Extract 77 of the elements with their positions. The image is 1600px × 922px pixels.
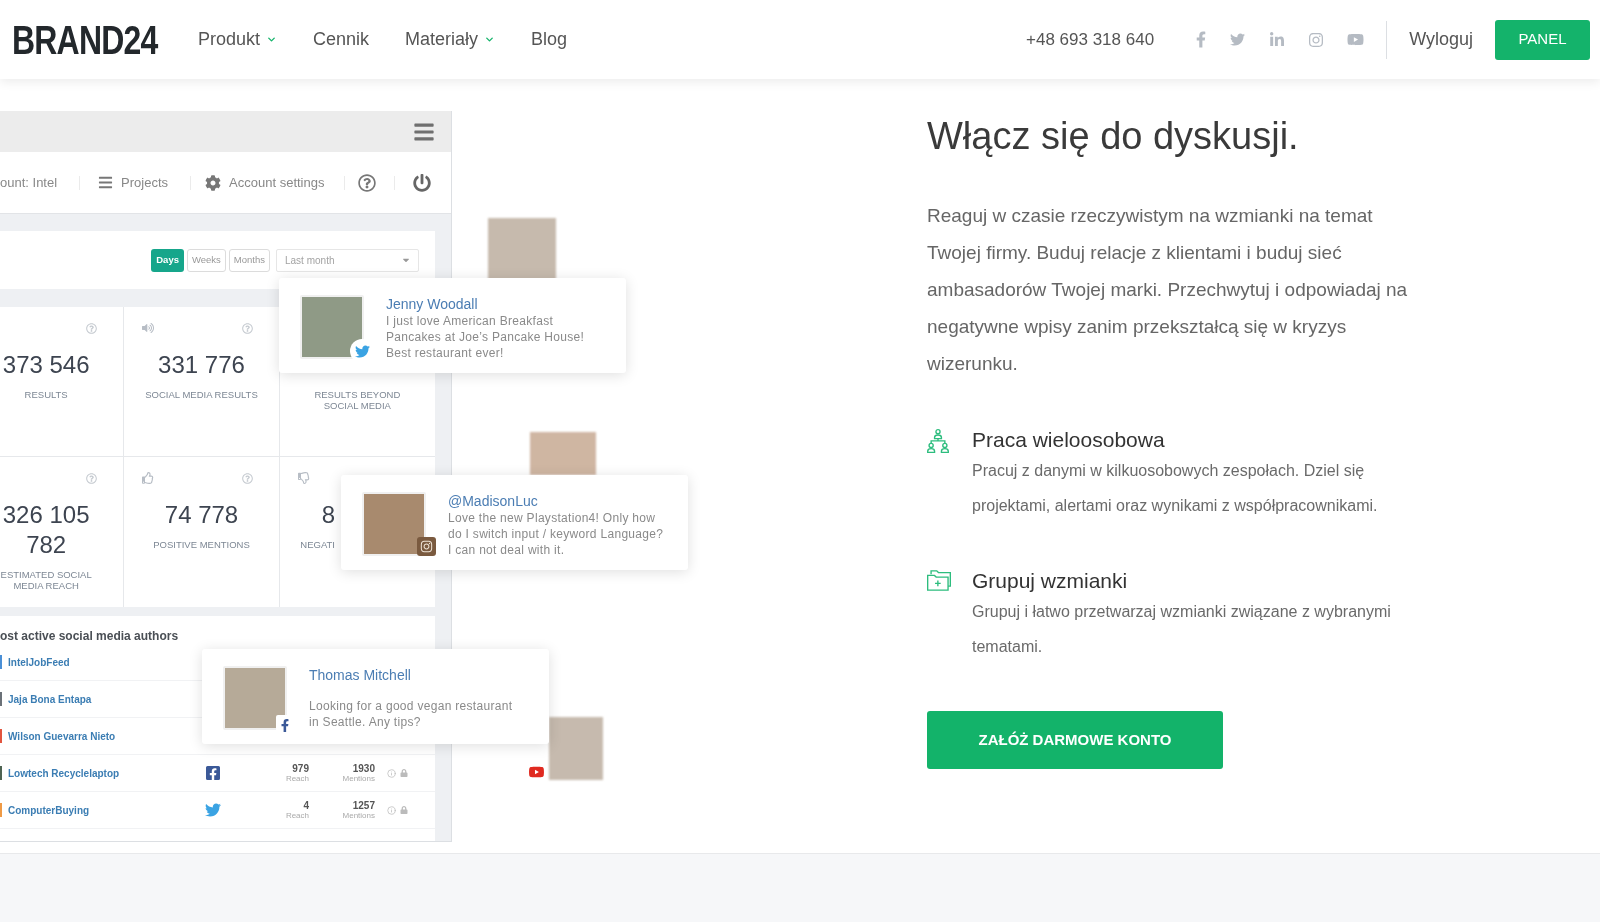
stat-label: RESULTS <box>24 389 68 400</box>
stat-value: 8 <box>321 500 335 530</box>
stat-value: 331 776 <box>158 350 245 380</box>
signup-button[interactable]: ZAŁÓŻ DARMOWE KONTO <box>927 711 1223 769</box>
post-author[interactable]: @MadisonLuc <box>448 492 668 510</box>
thumbs-up-icon <box>142 472 155 484</box>
author-name[interactable]: ComputerBuying <box>8 802 90 818</box>
post-text: I just love American Breakfast Pancakes at Joe’s Pancake House! Best restaurant ever! <box>386 313 586 361</box>
photo-placeholder <box>530 432 596 475</box>
speaker-icon <box>142 322 155 334</box>
stat-label: NEGATI <box>300 539 335 550</box>
phone-number: +48 693 318 640 <box>1026 28 1155 51</box>
post-text: Love the new Playstation4! Only how do I switch input / keyword Language? I can not deal with it. <box>448 510 665 558</box>
section-heading: Włącz się do dyskusji. <box>927 114 1300 159</box>
photo-placeholder <box>549 717 603 780</box>
info-icon[interactable] <box>387 768 396 778</box>
authors-title: ost active social media authors <box>0 628 180 644</box>
author-name[interactable]: Jaja Bona Entapa <box>8 691 92 707</box>
info-icon[interactable] <box>387 805 396 815</box>
youtube-icon <box>528 765 545 779</box>
nav-link[interactable]: Materiały <box>405 26 496 53</box>
stat-label: RESULTS BEYOND SOCIAL MEDIA <box>313 389 402 411</box>
post-author[interactable]: Thomas Mitchell <box>309 666 519 684</box>
mentions-label: Mentions <box>342 773 375 784</box>
feature-title: Praca wieloosobowa <box>972 427 1166 453</box>
reach-value: 4 <box>303 799 309 811</box>
logout-link[interactable]: Wyloguj <box>1409 26 1473 53</box>
stat-label: SOCIAL MEDIA RESULTS <box>145 389 258 400</box>
author-name[interactable]: Wilson Guevarra Nieto <box>8 728 116 744</box>
section-description: Reaguj w czasie rzeczywistym na wzmianki na temat Twojej firmy. Buduj relacje z klientami i buduj sieć ambasadorów Twojej marki. Przechwytuj i odpowiadaj na negatywne wpisy zanim przekształcą się w kryzys wizerunku. <box>927 204 1409 376</box>
mentions-value: 1257 <box>352 799 375 811</box>
period-select[interactable]: Last month <box>276 248 419 272</box>
author-name[interactable]: IntelJobFeed <box>8 654 70 670</box>
stat-value: 326 105 782 <box>1 500 91 560</box>
feature-description: Pracuj z danymi w kilkuosobowych zespołach. Dziel się projektami, alertami oraz wynikami z współpracownikami. <box>972 461 1379 516</box>
post-text: Looking for a good vegan restaurant in Seattle. Any tips? <box>309 698 514 730</box>
nav-link[interactable]: Blog <box>531 26 568 53</box>
reach-label: Reach <box>285 773 309 784</box>
projects-link[interactable]: Projects <box>98 172 169 193</box>
facebook-icon[interactable] <box>205 765 221 781</box>
youtube-icon[interactable] <box>1347 32 1365 47</box>
stat-label: POSITIVE MENTIONS <box>153 539 250 550</box>
period-tab[interactable]: Days <box>151 248 184 272</box>
feature-description: Grupuj i łatwo przetwarzaj wzmianki związane z wybranymi tematami. <box>972 602 1392 657</box>
stat-value: 373 546 <box>2 350 90 380</box>
period-tab[interactable]: Weeks <box>186 248 226 272</box>
post-author[interactable]: Jenny Woodall <box>386 295 610 313</box>
panel-button[interactable]: PANEL <box>1495 19 1590 60</box>
instagram-icon <box>417 537 436 556</box>
power-icon[interactable] <box>413 173 432 192</box>
settings-icon <box>205 174 222 191</box>
instagram-icon[interactable] <box>1308 31 1325 48</box>
menu-icon <box>98 175 114 190</box>
stat-label: ESTIMATED SOCIAL MEDIA REACH <box>0 569 93 591</box>
twitter-icon[interactable] <box>1229 32 1247 47</box>
linkedin-icon[interactable] <box>1269 31 1286 48</box>
brand-logo[interactable]: BRAND24 <box>12 19 158 60</box>
period-tab[interactable]: Months <box>228 248 270 272</box>
author-name[interactable]: Lowtech Recyclelaptop <box>8 765 120 781</box>
thumbs-down-icon <box>297 472 310 484</box>
reach-label: Reach <box>285 810 309 821</box>
reach-value: 979 <box>292 762 309 774</box>
lock-icon[interactable] <box>400 806 408 814</box>
account-name: ount: Intel <box>0 173 58 192</box>
mentions-value: 1930 <box>352 762 375 774</box>
stat-value: 74 778 <box>164 500 239 530</box>
team-icon <box>927 429 949 453</box>
lock-icon[interactable] <box>400 769 408 777</box>
settings-link[interactable]: Account settings <box>205 172 325 193</box>
twitter-icon[interactable] <box>205 802 221 818</box>
nav-link[interactable]: Cennik <box>313 26 369 53</box>
folders-icon <box>927 570 951 591</box>
mentions-label: Mentions <box>342 810 375 821</box>
feature-title: Grupuj wzmianki <box>972 568 1129 594</box>
help-icon[interactable] <box>358 173 377 192</box>
nav-link[interactable]: Produkt <box>197 26 277 53</box>
photo-placeholder <box>488 218 556 281</box>
